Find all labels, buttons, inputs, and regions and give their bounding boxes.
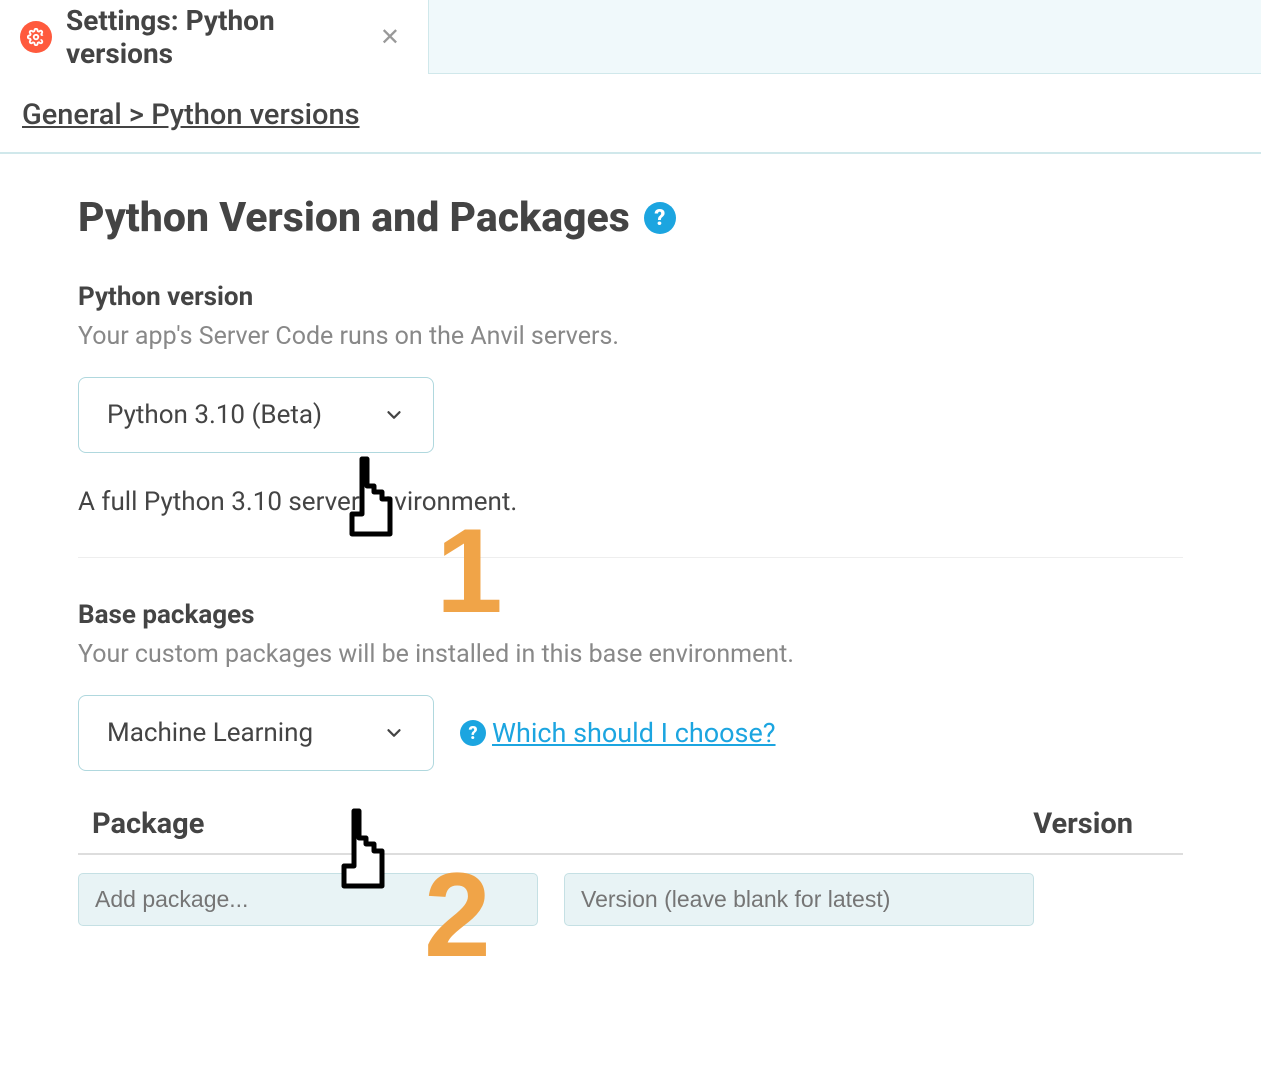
packages-table-header: Package Version [78, 807, 1183, 855]
base-packages-desc: Your custom packages will be installed i… [78, 640, 1183, 669]
table-row [78, 873, 1183, 926]
version-input[interactable] [564, 873, 1034, 926]
base-packages-selected: Machine Learning [107, 718, 313, 748]
chevron-down-icon [383, 404, 405, 426]
add-package-input[interactable] [78, 873, 538, 926]
tab-bar: Settings: Python versions ✕ [0, 0, 1261, 74]
divider [78, 557, 1183, 558]
breadcrumb-area: General > Python versions [0, 74, 1261, 154]
col-package-header: Package [78, 807, 563, 841]
python-version-selected: Python 3.10 (Beta) [107, 400, 322, 430]
content: Python Version and Packages ? Python ver… [0, 154, 1261, 966]
page-title-row: Python Version and Packages ? [78, 194, 1183, 242]
page-title: Python Version and Packages [78, 194, 630, 242]
which-should-i-choose-link[interactable]: ? Which should I choose? [460, 717, 776, 749]
gear-icon [20, 21, 52, 53]
python-version-note: A full Python 3.10 server environment. [78, 487, 1183, 517]
base-packages-label: Base packages [78, 600, 1183, 630]
python-version-label: Python version [78, 282, 1183, 312]
help-icon: ? [460, 720, 486, 746]
python-version-desc: Your app's Server Code runs on the Anvil… [78, 322, 1183, 351]
col-version-header: Version [563, 807, 1183, 841]
python-version-section: Python version Your app's Server Code ru… [78, 282, 1183, 517]
python-version-select[interactable]: Python 3.10 (Beta) [78, 377, 434, 453]
base-packages-row: Machine Learning ? Which should I choose… [78, 695, 1183, 771]
which-should-i-choose-text: Which should I choose? [492, 717, 776, 749]
close-icon[interactable]: ✕ [372, 19, 408, 55]
tab-bar-empty [428, 0, 1261, 74]
breadcrumb[interactable]: General > Python versions [22, 98, 360, 132]
tab-title: Settings: Python versions [66, 4, 358, 70]
tab-settings-python-versions[interactable]: Settings: Python versions ✕ [0, 0, 428, 74]
base-packages-section: Base packages Your custom packages will … [78, 600, 1183, 926]
base-packages-select[interactable]: Machine Learning [78, 695, 434, 771]
chevron-down-icon [383, 722, 405, 744]
help-icon[interactable]: ? [644, 202, 676, 234]
